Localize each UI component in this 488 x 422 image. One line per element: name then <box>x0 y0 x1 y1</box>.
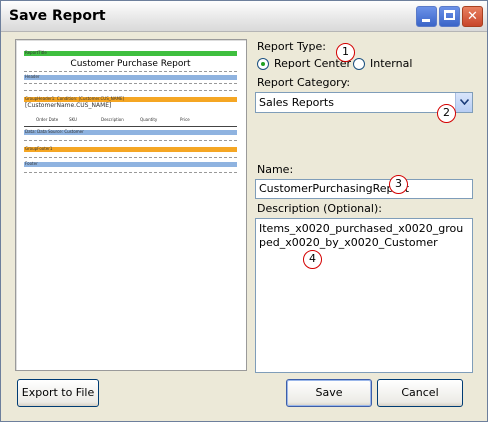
column-header: Price <box>180 117 190 122</box>
report-title-band-label: ReportTitle <box>25 50 47 55</box>
preview-divider <box>24 126 237 127</box>
export-to-file-button[interactable]: Export to File <box>17 379 99 407</box>
window-title: Save Report <box>9 8 106 24</box>
cancel-button[interactable]: Cancel <box>377 379 463 407</box>
minimize-icon <box>422 19 430 22</box>
radio-internal-label[interactable]: Internal <box>370 57 412 70</box>
annotation-marker-3: 3 <box>389 175 408 194</box>
group-footer-band-label: GroupFooter1 <box>25 146 53 151</box>
maximize-icon <box>444 10 455 20</box>
footer-band <box>24 162 237 167</box>
group-header-band-label: GroupHeader1: Condition: [Customer.CUS_N… <box>25 96 125 101</box>
close-button[interactable]: ✕ <box>462 6 483 27</box>
radio-report-center[interactable] <box>257 58 269 70</box>
group-footer-band <box>24 147 237 152</box>
chevron-down-icon <box>460 99 469 105</box>
column-header: Quantity <box>140 117 158 122</box>
preview-divider <box>24 140 237 141</box>
maximize-button[interactable] <box>439 6 460 27</box>
header-band-label: Header <box>25 74 40 79</box>
preview-divider <box>24 172 237 173</box>
preview-divider <box>24 83 237 84</box>
radio-selected-dot <box>261 62 265 66</box>
dropdown-arrow-button[interactable] <box>455 93 472 112</box>
detail-band-label: Data: Data Source: Customer <box>25 129 84 134</box>
report-type-label: Report Type: <box>257 40 326 53</box>
header-band <box>24 75 237 80</box>
minimize-button[interactable] <box>416 6 437 27</box>
column-header: Description <box>101 117 124 122</box>
preview-divider <box>24 90 237 91</box>
description-label: Description (Optional): <box>257 202 382 215</box>
save-button[interactable]: Save <box>286 379 372 407</box>
report-category-label: Report Category: <box>257 76 351 89</box>
report-title-band <box>24 51 237 56</box>
column-header: Order Date <box>36 117 59 122</box>
close-icon: ✕ <box>467 9 478 24</box>
name-label: Name: <box>257 163 294 176</box>
group-field: [CustomerName.CUS_NAME] <box>25 102 112 109</box>
description-field[interactable]: Items_x0020_purchased_x0020_grouped_x002… <box>255 218 473 373</box>
report-preview: ReportTitle Customer Purchase Report Hea… <box>15 39 247 371</box>
column-header: SKU <box>69 117 77 122</box>
preview-divider <box>24 157 237 158</box>
preview-divider <box>24 71 237 72</box>
annotation-marker-2: 2 <box>437 104 456 123</box>
radio-internal[interactable] <box>353 58 365 70</box>
name-field[interactable]: CustomerPurchasingReport <box>255 179 473 199</box>
report-category-value: Sales Reports <box>259 96 334 109</box>
annotation-marker-4: 4 <box>303 250 322 269</box>
footer-band-label: Footer <box>25 161 38 166</box>
annotation-marker-1: 1 <box>336 43 355 62</box>
preview-report-title: Customer Purchase Report <box>70 59 191 69</box>
save-report-dialog: Save Report ✕ ReportTitle Customer Purch… <box>0 0 488 422</box>
title-bar[interactable]: Save Report ✕ <box>1 1 487 32</box>
